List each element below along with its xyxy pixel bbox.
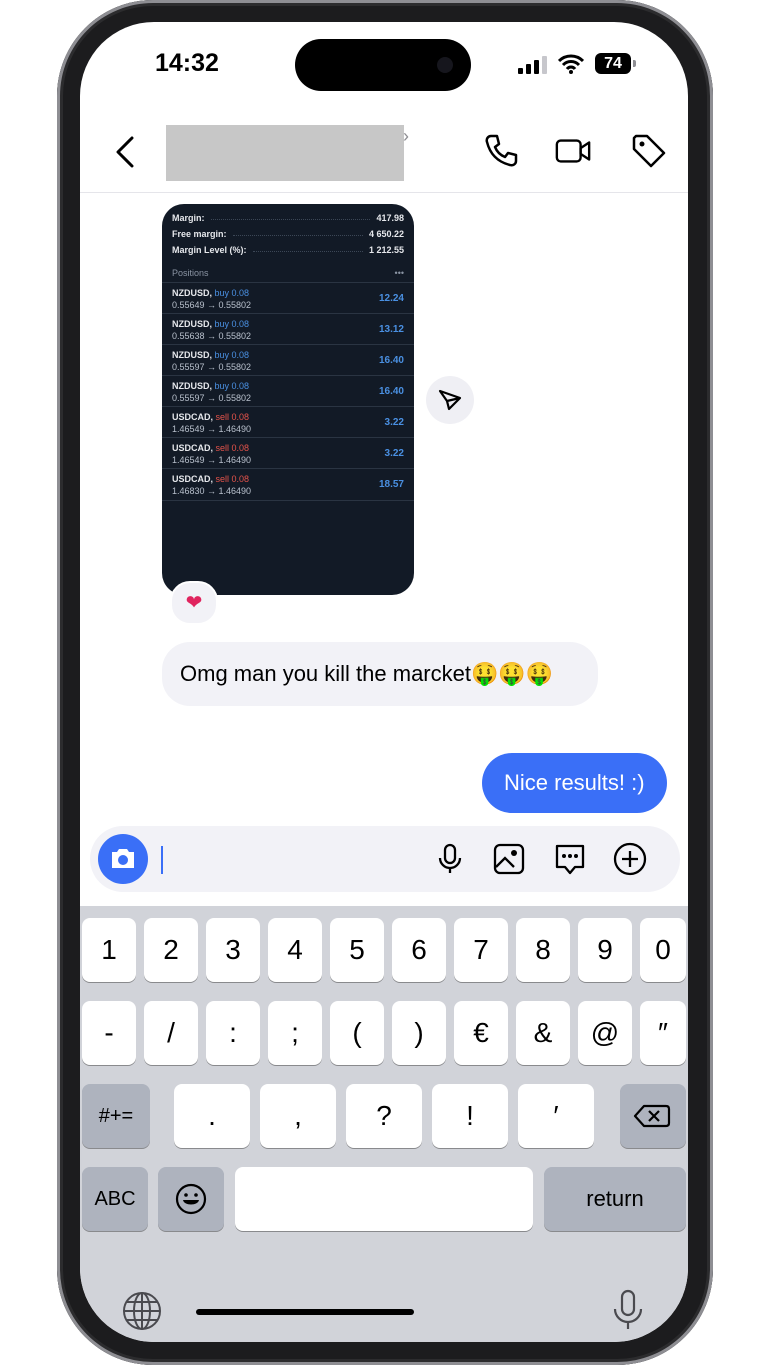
wifi-icon (558, 54, 584, 74)
contact-name[interactable] (166, 125, 404, 181)
summary-row: Free margin: 4 650.22 (172, 229, 404, 239)
key-euro[interactable]: € (454, 1001, 508, 1065)
symbols-toggle-key[interactable]: #+= (82, 1084, 150, 1148)
summary-row: Margin Level (%): 1 212.55 (172, 245, 404, 255)
shared-image[interactable]: Margin: 417.98 Free margin: 4 650.22 Margi… (162, 204, 414, 595)
chevron-right-icon[interactable]: › (403, 126, 409, 147)
dictation-microphone-icon[interactable] (608, 1287, 648, 1335)
position-row: USDCAD, sell 0.08 1.46549 → 1.46490 3.22 (162, 406, 414, 438)
text-cursor (161, 846, 163, 874)
space-key[interactable] (235, 1167, 533, 1231)
delete-key[interactable] (620, 1084, 686, 1148)
keyboard: 1 2 3 4 5 6 7 8 9 0 - / : ; ( ) € & @ ″ … (80, 906, 688, 1342)
key-slash[interactable]: / (144, 1001, 198, 1065)
key-2[interactable]: 2 (144, 918, 198, 982)
key-9[interactable]: 9 (578, 918, 632, 982)
video-icon[interactable] (554, 132, 592, 170)
camera-button[interactable] (98, 834, 148, 884)
outgoing-message[interactable]: Nice results! :) (482, 753, 667, 813)
screen: 14:32 74 › Margin: 417.98 Free margin: 4 6… (80, 22, 688, 1342)
return-key[interactable]: return (544, 1167, 686, 1231)
plus-circle-icon[interactable] (613, 842, 647, 876)
key-3[interactable]: 3 (206, 918, 260, 982)
heart-reaction[interactable]: ❤ (170, 581, 218, 625)
position-row: USDCAD, sell 0.08 1.46549 → 1.46490 3.22 (162, 437, 414, 469)
battery-indicator: 74 (595, 53, 636, 74)
key-1[interactable]: 1 (82, 918, 136, 982)
position-row: NZDUSD, buy 0.08 0.55597 → 0.55802 16.40 (162, 375, 414, 407)
key-7[interactable]: 7 (454, 918, 508, 982)
chevron-left-icon[interactable] (110, 134, 142, 170)
send-icon (438, 389, 462, 411)
home-indicator (196, 1309, 414, 1315)
backspace-icon (633, 1104, 671, 1128)
key-6[interactable]: 6 (392, 918, 446, 982)
position-row: NZDUSD, buy 0.08 0.55649 → 0.55802 12.24 (162, 282, 414, 314)
positions-header: Positions ••• (172, 268, 404, 278)
globe-icon[interactable] (120, 1289, 164, 1333)
key-5[interactable]: 5 (330, 918, 384, 982)
key-hyphen[interactable]: - (82, 1001, 136, 1065)
key-at[interactable]: @ (578, 1001, 632, 1065)
key-period[interactable]: . (174, 1084, 250, 1148)
share-button[interactable] (426, 376, 474, 424)
cellular-signal-icon (518, 56, 548, 74)
position-row: NZDUSD, buy 0.08 0.55638 → 0.55802 13.12 (162, 313, 414, 345)
key-apostrophe[interactable]: ′ (518, 1084, 594, 1148)
key-ampersand[interactable]: & (516, 1001, 570, 1065)
header-divider (80, 192, 688, 193)
emoji-key[interactable] (158, 1167, 224, 1231)
key-comma[interactable]: , (260, 1084, 336, 1148)
dynamic-island (295, 39, 471, 91)
key-question[interactable]: ? (346, 1084, 422, 1148)
message-composer[interactable] (90, 826, 680, 892)
key-open-paren[interactable]: ( (330, 1001, 384, 1065)
key-exclamation[interactable]: ! (432, 1084, 508, 1148)
status-time: 14:32 (155, 49, 219, 77)
key-4[interactable]: 4 (268, 918, 322, 982)
key-colon[interactable]: : (206, 1001, 260, 1065)
incoming-message[interactable]: Omg man you kill the marcket🤑🤑🤑 (162, 642, 598, 706)
position-row: NZDUSD, buy 0.08 0.55597 → 0.55802 16.40 (162, 344, 414, 376)
key-semicolon[interactable]: ; (268, 1001, 322, 1065)
key-close-paren[interactable]: ) (392, 1001, 446, 1065)
abc-key[interactable]: ABC (82, 1167, 148, 1231)
emoji-icon (175, 1183, 207, 1215)
key-8[interactable]: 8 (516, 918, 570, 982)
summary-row: Margin: 417.98 (172, 213, 404, 223)
microphone-icon[interactable] (433, 842, 467, 876)
phone-icon[interactable] (482, 132, 520, 170)
position-row: USDCAD, sell 0.08 1.46830 → 1.46490 18.5… (162, 468, 414, 501)
message-dots-icon[interactable] (553, 842, 587, 876)
tag-icon[interactable] (630, 132, 668, 170)
message-input[interactable] (166, 844, 426, 874)
image-icon[interactable] (492, 842, 526, 876)
key-quote[interactable]: ″ (640, 1001, 686, 1065)
camera-icon (112, 849, 134, 868)
key-0[interactable]: 0 (640, 918, 686, 982)
